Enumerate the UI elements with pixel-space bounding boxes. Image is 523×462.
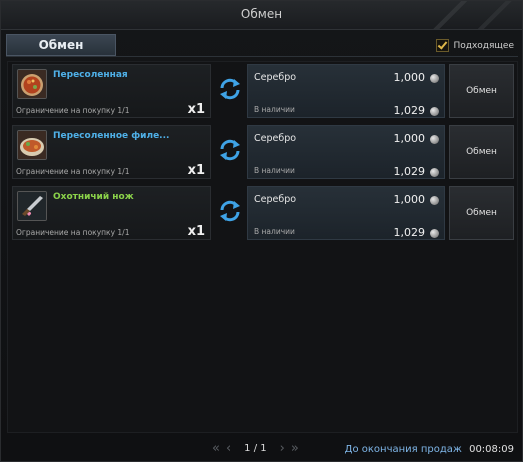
next-page-icon[interactable]: › [280,441,285,456]
salted-fillet-icon [17,130,47,160]
price-value: 1,000 [393,193,426,206]
stock-label: В наличии [254,166,295,175]
purchase-limit: Ограничение на покупку 1/1 [16,106,130,115]
price-value: 1,000 [393,71,426,84]
currency-name: Серебро [254,194,297,205]
exchange-arrows-icon [217,137,243,163]
item-quantity: x1 [187,224,205,239]
item-slot[interactable]: Пересоленное филе... Ограничение на поку… [12,125,211,179]
price-slot: Серебро 1,000 В наличии 1,029 [247,64,445,118]
hunting-knife-icon [17,191,47,221]
exchange-window: Обмен Обмен Подходящее Пересоленная Огра… [0,0,523,462]
title-bar: Обмен [1,1,522,30]
silver-coin-icon [430,229,439,238]
footer: « ‹ 1 / 1 › » До окончания продаж 00:08:… [1,437,522,461]
stock-label: В наличии [254,227,295,236]
price-slot: Серебро 1,000 В наличии 1,029 [247,125,445,179]
exchange-row: Пересоленное филе... Ограничение на поку… [8,123,519,181]
stock-value: 1,029 [393,226,426,239]
exchange-arrows-icon [217,76,243,102]
item-slot[interactable]: Пересоленная Ограничение на покупку 1/1 … [12,64,211,118]
tab-exchange[interactable]: Обмен [6,34,116,56]
item-name: Пересоленная [53,70,128,80]
tab-divider [6,56,518,57]
item-name: Охотничий нож [53,192,134,202]
salted-dish-icon [17,69,47,99]
purchase-limit: Ограничение на покупку 1/1 [16,167,130,176]
first-page-icon[interactable]: « [212,441,220,456]
stock-label: В наличии [254,105,295,114]
exchange-button[interactable]: Обмен [449,64,514,118]
suitable-label: Подходящее [453,40,514,51]
price-slot: Серебро 1,000 В наличии 1,029 [247,186,445,240]
silver-coin-icon [430,107,439,116]
suitable-checkbox[interactable] [436,39,450,52]
currency-name: Серебро [254,133,297,144]
exchange-arrows-icon [217,198,243,224]
suitable-filter[interactable]: Подходящее [436,39,514,52]
sale-deadline: До окончания продаж 00:08:09 [345,444,514,455]
exchange-row: Пересоленная Ограничение на покупку 1/1 … [8,62,519,120]
exchange-button[interactable]: Обмен [449,125,514,179]
item-quantity: x1 [187,102,205,117]
exchange-button[interactable]: Обмен [449,186,514,240]
silver-coin-icon [430,135,439,144]
exchange-list: Пересоленная Ограничение на покупку 1/1 … [7,61,518,433]
title-decoration [402,1,522,29]
silver-coin-icon [430,196,439,205]
stock-value: 1,029 [393,104,426,117]
deadline-label: До окончания продаж [344,444,462,455]
item-slot[interactable]: Охотничий нож Ограничение на покупку 1/1… [12,186,211,240]
stock-value: 1,029 [393,165,426,178]
silver-coin-icon [430,168,439,177]
price-value: 1,000 [393,132,426,145]
item-name: Пересоленное филе... [53,131,170,141]
currency-name: Серебро [254,72,297,83]
silver-coin-icon [430,74,439,83]
deadline-time: 00:08:09 [469,444,514,455]
last-page-icon[interactable]: » [291,441,299,456]
pagination: « ‹ 1 / 1 › » [209,441,302,456]
exchange-row: Охотничий нож Ограничение на покупку 1/1… [8,184,519,242]
purchase-limit: Ограничение на покупку 1/1 [16,228,130,237]
page-indicator: 1 / 1 [244,443,267,454]
prev-page-icon[interactable]: ‹ [226,441,231,456]
item-quantity: x1 [187,163,205,178]
